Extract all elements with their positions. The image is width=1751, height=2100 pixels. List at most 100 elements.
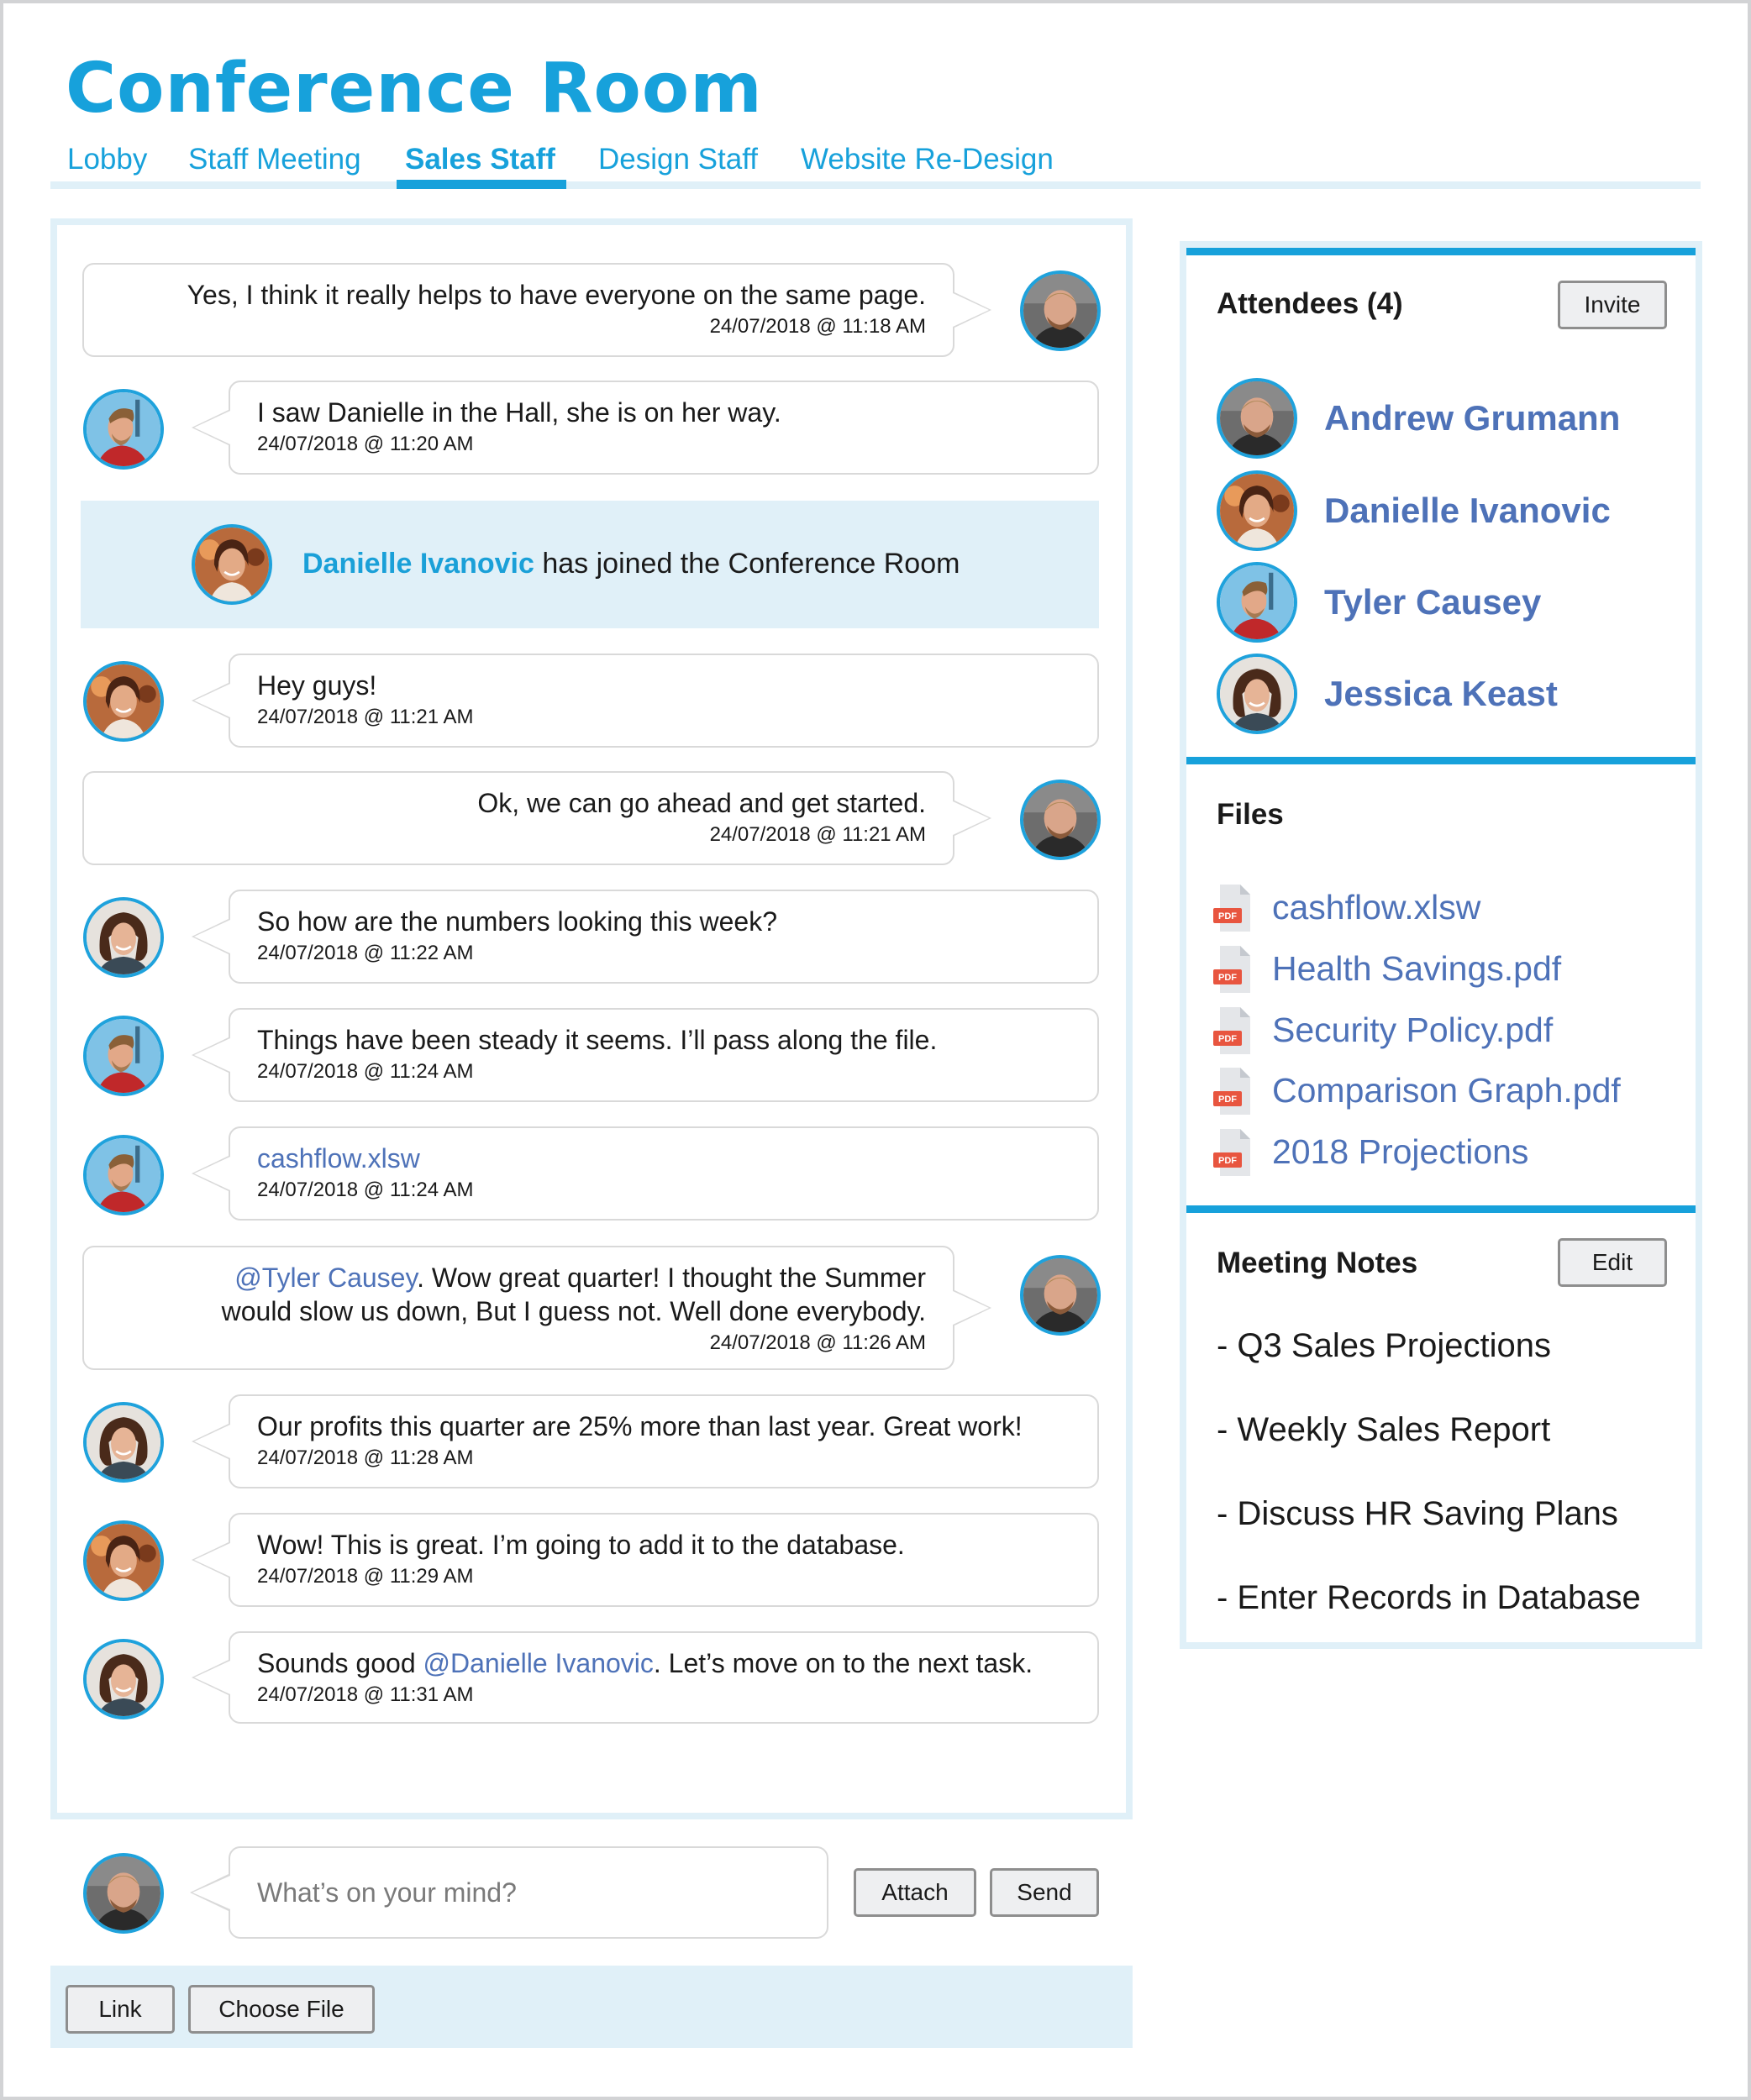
message-timestamp: 24/07/2018 @ 11:18 AM xyxy=(709,315,926,338)
avatar-jessica[interactable] xyxy=(83,897,164,978)
message-bubble: @Tyler Causey. Wow great quarter! I thou… xyxy=(82,1246,991,1370)
avatar-tyler[interactable] xyxy=(83,1135,164,1215)
tab-lobby[interactable]: Lobby xyxy=(67,143,147,176)
message-bubble: So how are the numbers looking this week… xyxy=(192,890,1099,984)
file-name[interactable]: 2018 Projections xyxy=(1272,1132,1528,1172)
file-name[interactable]: cashflow.xlsw xyxy=(1272,888,1480,927)
active-tab-indicator xyxy=(397,180,566,189)
invite-button[interactable]: Invite xyxy=(1558,281,1667,329)
mention-link[interactable]: @Tyler Causey xyxy=(234,1263,417,1293)
attendees-section: Attendees (4) Invite Andrew Grumann Dani… xyxy=(1186,248,1696,764)
message-text: Sounds good @Danielle Ivanovic. Let’s mo… xyxy=(257,1648,1033,1678)
bubble-tail xyxy=(192,682,230,719)
message-bubble: Our profits this quarter are 25% more th… xyxy=(192,1394,1099,1488)
file-name[interactable]: Comparison Graph.pdf xyxy=(1272,1071,1621,1110)
avatar-andrew[interactable] xyxy=(1020,270,1101,351)
message-bubble: cashflow.xlsw 24/07/2018 @ 11:24 AM xyxy=(192,1126,1099,1221)
note-item: - Enter Records in Database xyxy=(1217,1579,1641,1616)
attendee-avatar-jessica[interactable] xyxy=(1217,654,1297,734)
tab-sales-staff[interactable]: Sales Staff xyxy=(405,143,555,176)
message-timestamp: 24/07/2018 @ 11:24 AM xyxy=(257,1179,474,1201)
join-message: has joined the Conference Room xyxy=(534,548,960,580)
mention-link[interactable]: @Danielle Ivanovic xyxy=(423,1648,654,1678)
avatar-danielle[interactable] xyxy=(192,524,272,605)
send-button[interactable]: Send xyxy=(990,1868,1099,1917)
bubble-tail xyxy=(192,1423,230,1460)
message-text: I saw Danielle in the Hall, she is on he… xyxy=(257,397,781,428)
pdf-file-icon xyxy=(1213,885,1250,932)
attendees-title: Attendees (4) xyxy=(1217,287,1403,320)
pdf-file-icon xyxy=(1213,946,1250,993)
tab-design-staff[interactable]: Design Staff xyxy=(598,143,758,176)
attendee-tyler-causey[interactable]: Tyler Causey xyxy=(1324,582,1541,622)
files-section: Files cashflow.xlsw Health Savings.pdf S… xyxy=(1186,757,1696,1205)
message-timestamp: 24/07/2018 @ 11:28 AM xyxy=(257,1446,474,1469)
message-text: Wow! This is great. I’m going to add it … xyxy=(257,1530,905,1560)
message-bubble: I saw Danielle in the Hall, she is on he… xyxy=(192,381,1099,475)
composer-tail-fill xyxy=(192,1876,230,1909)
page-title: Conference Room xyxy=(66,49,763,129)
avatar-danielle[interactable] xyxy=(83,661,164,742)
choose-file-button[interactable]: Choose File xyxy=(188,1985,375,2034)
avatar-andrew[interactable] xyxy=(1020,780,1101,860)
message-text: Things have been steady it seems. I’ll p… xyxy=(257,1025,938,1055)
attendee-avatar-andrew[interactable] xyxy=(1217,378,1297,459)
avatar-jessica[interactable] xyxy=(83,1639,164,1719)
message-timestamp: 24/07/2018 @ 11:21 AM xyxy=(709,823,926,846)
file-name[interactable]: Health Savings.pdf xyxy=(1272,949,1561,989)
message-bubble: Hey guys! 24/07/2018 @ 11:21 AM xyxy=(192,654,1099,748)
message-bubble: Yes, I think it really helps to have eve… xyxy=(82,263,991,357)
attendee-avatar-danielle[interactable] xyxy=(1217,470,1297,551)
attach-button[interactable]: Attach xyxy=(854,1868,976,1917)
message-timestamp: 24/07/2018 @ 11:21 AM xyxy=(257,706,474,728)
message-text: So how are the numbers looking this week… xyxy=(257,906,778,937)
pdf-file-icon xyxy=(1213,1068,1250,1115)
edit-notes-button[interactable]: Edit xyxy=(1558,1238,1667,1287)
bubble-tail xyxy=(192,1659,230,1696)
bubble-tail xyxy=(953,800,991,837)
message-bubble: Ok, we can go ahead and get started. 24/… xyxy=(82,771,991,865)
attendee-andrew-grumann[interactable]: Andrew Grumann xyxy=(1324,398,1620,438)
message-timestamp: 24/07/2018 @ 11:26 AM xyxy=(709,1331,926,1354)
bubble-tail xyxy=(192,1541,230,1578)
tab-bar-track xyxy=(50,181,1701,189)
avatar-andrew[interactable] xyxy=(1020,1255,1101,1336)
note-item: - Q3 Sales Projections xyxy=(1217,1327,1551,1364)
attendee-avatar-tyler[interactable] xyxy=(1217,562,1297,643)
avatar-jessica[interactable] xyxy=(83,1402,164,1483)
message-text: Hey guys! xyxy=(257,670,377,701)
avatar-tyler[interactable] xyxy=(83,1016,164,1096)
message-timestamp: 24/07/2018 @ 11:31 AM xyxy=(257,1683,474,1706)
meeting-notes-title: Meeting Notes xyxy=(1217,1247,1418,1279)
bubble-tail xyxy=(192,1155,230,1192)
bottom-toolbar: Link Choose File xyxy=(50,1966,1133,2048)
attendee-danielle-ivanovic[interactable]: Danielle Ivanovic xyxy=(1324,491,1611,531)
bubble-tail xyxy=(192,409,230,446)
message-timestamp: 24/07/2018 @ 11:22 AM xyxy=(257,942,474,964)
avatar-current-user xyxy=(83,1853,164,1934)
tab-website-redesign[interactable]: Website Re-Design xyxy=(801,143,1054,176)
message-bubble: Sounds good @Danielle Ivanovic. Let’s mo… xyxy=(192,1631,1099,1724)
bubble-tail xyxy=(953,1289,991,1326)
bubble-tail xyxy=(192,918,230,955)
link-button[interactable]: Link xyxy=(66,1985,175,2034)
message-text: Yes, I think it really helps to have eve… xyxy=(187,280,926,310)
message-text: @Tyler Causey. Wow great quarter! I thou… xyxy=(221,1263,926,1326)
shared-file-link[interactable]: cashflow.xlsw xyxy=(257,1143,420,1173)
avatar-tyler[interactable] xyxy=(83,389,164,470)
sidebar: Attendees (4) Invite Andrew Grumann Dani… xyxy=(1180,241,1702,1649)
note-item: - Discuss HR Saving Plans xyxy=(1217,1495,1618,1532)
join-user-link[interactable]: Danielle Ivanovic xyxy=(302,548,534,580)
file-name[interactable]: Security Policy.pdf xyxy=(1272,1011,1553,1050)
bubble-tail xyxy=(192,1037,230,1074)
attendee-jessica-keast[interactable]: Jessica Keast xyxy=(1324,674,1558,714)
pdf-file-icon xyxy=(1213,1007,1250,1054)
message-text: Our profits this quarter are 25% more th… xyxy=(257,1411,1023,1441)
message-input[interactable] xyxy=(229,1846,828,1939)
message-timestamp: 24/07/2018 @ 11:24 AM xyxy=(257,1060,474,1083)
message-text: Ok, we can go ahead and get started. xyxy=(477,788,926,818)
message-timestamp: 24/07/2018 @ 11:29 AM xyxy=(257,1565,474,1588)
tab-staff-meeting[interactable]: Staff Meeting xyxy=(188,143,361,176)
avatar-danielle[interactable] xyxy=(83,1520,164,1601)
join-text: Danielle Ivanovic has joined the Confere… xyxy=(302,548,960,580)
